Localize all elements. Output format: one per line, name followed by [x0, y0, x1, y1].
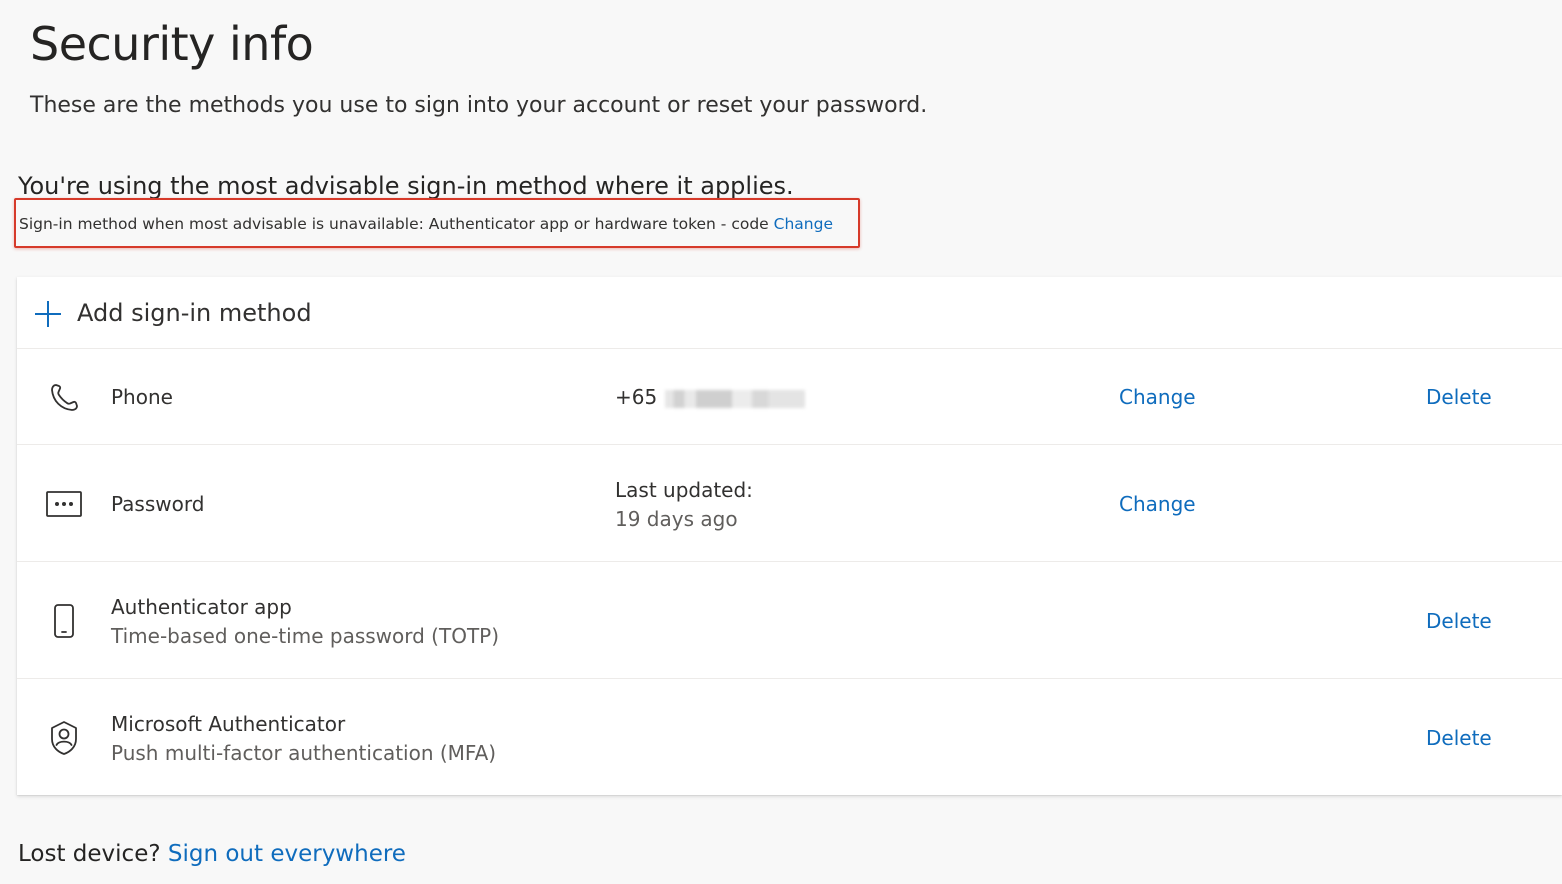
method-row-microsoft-authenticator: Microsoft Authenticator Push multi-facto… [17, 679, 1562, 795]
method-name-microsoft-authenticator: Microsoft Authenticator [111, 712, 346, 736]
redacted-phone-number [665, 389, 806, 408]
page-subtitle: These are the methods you use to sign in… [30, 93, 928, 118]
security-info-page: Security info These are the methods you … [0, 0, 1562, 884]
fallback-method-text: Sign-in method when most advisable is un… [19, 214, 833, 234]
phone-icon [51, 384, 78, 411]
delete-authenticator-app-link[interactable]: Delete [1426, 607, 1492, 635]
phone-number-prefix: +65 [615, 385, 658, 409]
add-sign-in-method-button[interactable]: Add sign-in method [17, 277, 1562, 349]
advisable-method-headline: You're using the most advisable sign-in … [18, 172, 794, 200]
change-default-method-link[interactable]: Change [774, 215, 833, 233]
page-title: Security info [30, 17, 314, 71]
delete-microsoft-authenticator-link[interactable]: Delete [1426, 724, 1492, 752]
method-sub-authenticator-app: Time-based one-time password (TOTP) [111, 624, 500, 648]
method-row-password: Password Last updated: 19 days ago Chang… [17, 445, 1562, 562]
delete-phone-link[interactable]: Delete [1426, 383, 1492, 411]
fallback-method-highlight: Sign-in method when most advisable is un… [14, 198, 860, 248]
method-name-password: Password [111, 492, 205, 516]
microsoft-authenticator-icon [51, 721, 77, 755]
lost-device-label: Lost device? [18, 841, 161, 867]
password-last-updated-value: 19 days ago [615, 507, 738, 531]
sign-out-everywhere-link[interactable]: Sign out everywhere [168, 841, 406, 867]
plus-icon [35, 301, 61, 327]
change-password-link[interactable]: Change [1119, 490, 1196, 518]
change-phone-link[interactable]: Change [1119, 383, 1196, 411]
add-sign-in-method-label: Add sign-in method [77, 299, 312, 327]
method-name-authenticator-app: Authenticator app [111, 595, 292, 619]
password-last-updated-label: Last updated: [615, 478, 753, 502]
method-row-authenticator-app: Authenticator app Time-based one-time pa… [17, 562, 1562, 679]
sign-in-methods-card: Add sign-in method Phone +65 Change Dele… [17, 277, 1562, 795]
fallback-method-description: Sign-in method when most advisable is un… [19, 215, 769, 233]
method-detail-phone: +65 [615, 383, 806, 411]
method-sub-microsoft-authenticator: Push multi-factor authentication (MFA) [111, 741, 497, 765]
method-name-phone: Phone [111, 385, 173, 409]
method-row-phone: Phone +65 Change Delete [17, 349, 1562, 445]
mobile-device-icon [54, 604, 74, 638]
lost-device-section: Lost device? Sign out everywhere [18, 838, 406, 870]
password-icon [46, 491, 82, 517]
